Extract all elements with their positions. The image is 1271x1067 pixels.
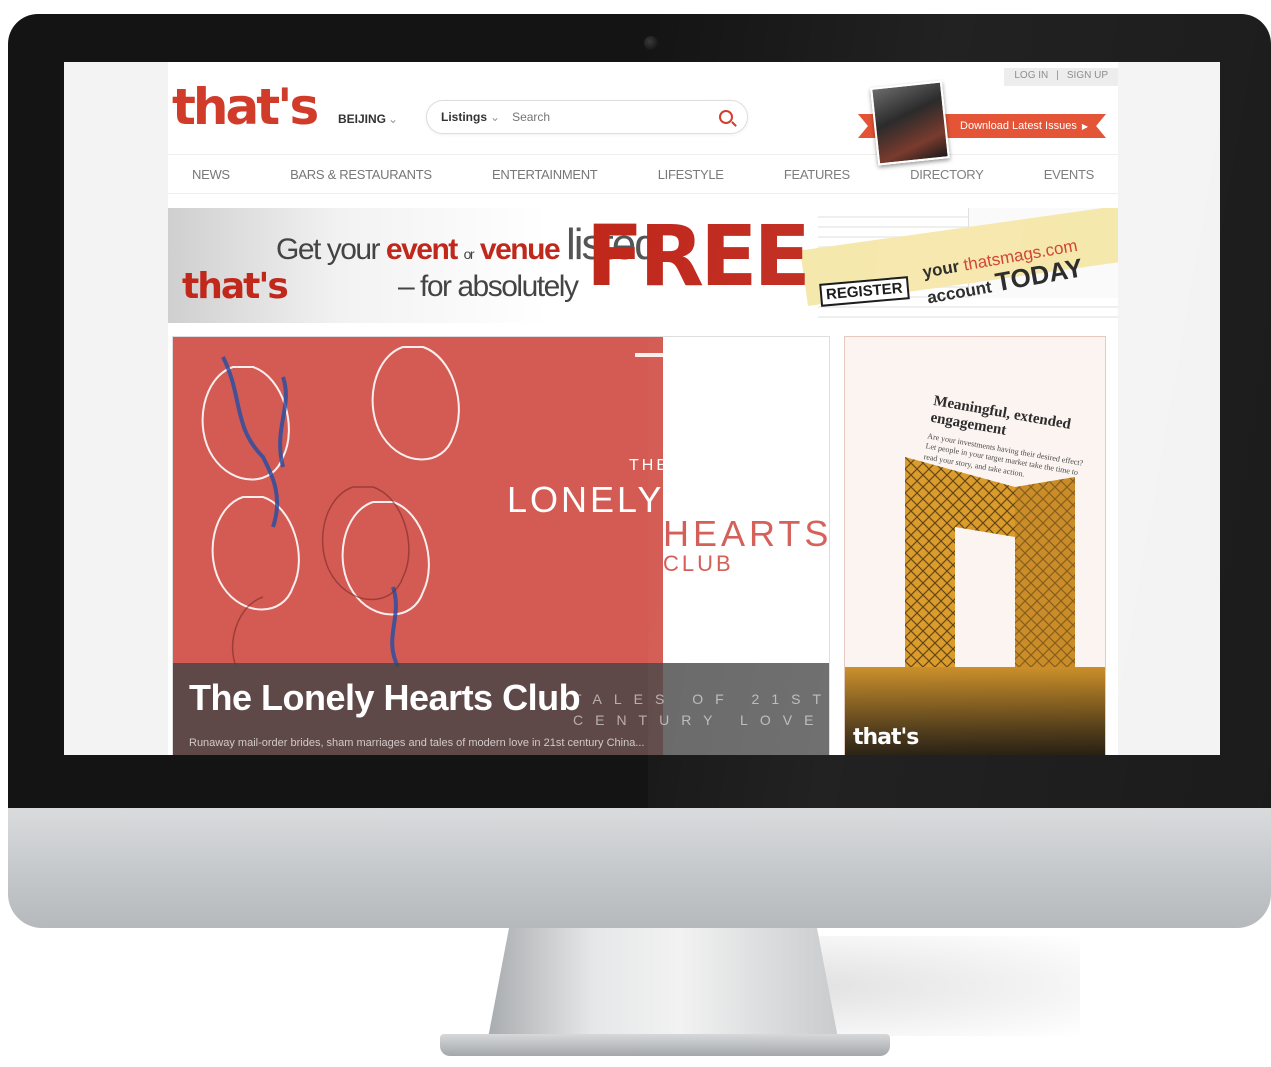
hero-cover-club: CLUB	[663, 551, 734, 576]
city-label: BEIJING	[338, 112, 387, 126]
monitor-stand	[488, 928, 838, 1038]
search-icon[interactable]	[719, 110, 733, 124]
hero-tales-line-2: CENTURY LOVE	[573, 712, 826, 728]
play-arrow-icon: ▶	[1081, 121, 1088, 131]
banner-venue: venue	[479, 233, 561, 266]
hero-mini-masthead	[635, 353, 689, 357]
nav-item-entertainment[interactable]: ENTERTAINMENT	[492, 167, 598, 182]
nav-item-directory[interactable]: DIRECTORY	[910, 167, 984, 182]
nav-item-news[interactable]: NEWS	[192, 167, 230, 182]
signup-link[interactable]: SIGN UP	[1067, 70, 1108, 84]
banner-for-absolutely: – for absolutely	[398, 270, 579, 303]
magazine-cover-thumbnail[interactable]	[870, 80, 950, 166]
banner-event: event	[385, 233, 458, 266]
chevron-down-icon: ⌄	[490, 110, 501, 124]
search-category-dropdown[interactable]: Listings ⌄	[441, 110, 500, 124]
auth-links: LOG IN | SIGN UP	[1004, 68, 1118, 86]
login-link[interactable]: LOG IN	[1014, 70, 1048, 84]
monitor-stand-base	[440, 1034, 890, 1056]
main-nav: NEWS BARS & RESTAURANTS ENTERTAINMENT LI…	[168, 154, 1118, 194]
banner-get-your: Get your	[276, 233, 381, 266]
city-selector[interactable]: BEIJING ⌄	[338, 112, 398, 126]
screen: LOG IN | SIGN UP that's BEIJING ⌄ Listing…	[64, 62, 1220, 755]
hero-summary: Runaway mail-order brides, sham marriage…	[189, 737, 645, 749]
search-bar: Listings ⌄	[426, 100, 748, 134]
hero-cover-the: THE	[629, 457, 670, 474]
search-input[interactable]	[512, 110, 719, 124]
side-advertisement[interactable]: Meaningful, extended engagement Are your…	[844, 336, 1106, 755]
banner-free: FREE	[586, 208, 811, 305]
camera-icon	[644, 36, 658, 50]
hero-headline[interactable]: The Lonely Hearts Club	[189, 677, 581, 719]
site-logo[interactable]: that's	[172, 82, 319, 132]
hero-cover-lonely: LONELY	[507, 479, 665, 520]
nav-item-events[interactable]: EVENTS	[1044, 167, 1095, 182]
hero-cover-tales: TALES OF 21ST CENTURY LOVE	[573, 689, 830, 731]
download-label: Download Latest Issues	[960, 120, 1077, 132]
nav-item-lifestyle[interactable]: LIFESTYLE	[658, 167, 724, 182]
search-category-label: Listings	[441, 110, 488, 124]
chevron-down-icon: ⌄	[388, 112, 399, 126]
monitor-chin	[8, 808, 1271, 928]
hero-tales-line-1: TALES OF 21ST	[573, 691, 830, 707]
featured-story[interactable]: THE LONELY HEARTS CLUB TALES OF 21ST CEN…	[172, 336, 830, 755]
banner-or: or	[463, 246, 475, 262]
banner-logo: that's	[182, 266, 289, 307]
auth-separator: |	[1056, 70, 1059, 81]
web-page: LOG IN | SIGN UP that's BEIJING ⌄ Listing…	[168, 62, 1118, 755]
hero-cover-hearts: HEARTS	[663, 513, 830, 554]
promo-banner[interactable]: that's Get your event or venue listed – …	[168, 208, 1118, 323]
nav-item-features[interactable]: FEATURES	[784, 167, 850, 182]
ad-logo: that's	[853, 725, 919, 750]
monitor-bezel: LOG IN | SIGN UP that's BEIJING ⌄ Listing…	[8, 14, 1271, 808]
nav-item-bars-restaurants[interactable]: BARS & RESTAURANTS	[290, 167, 432, 182]
